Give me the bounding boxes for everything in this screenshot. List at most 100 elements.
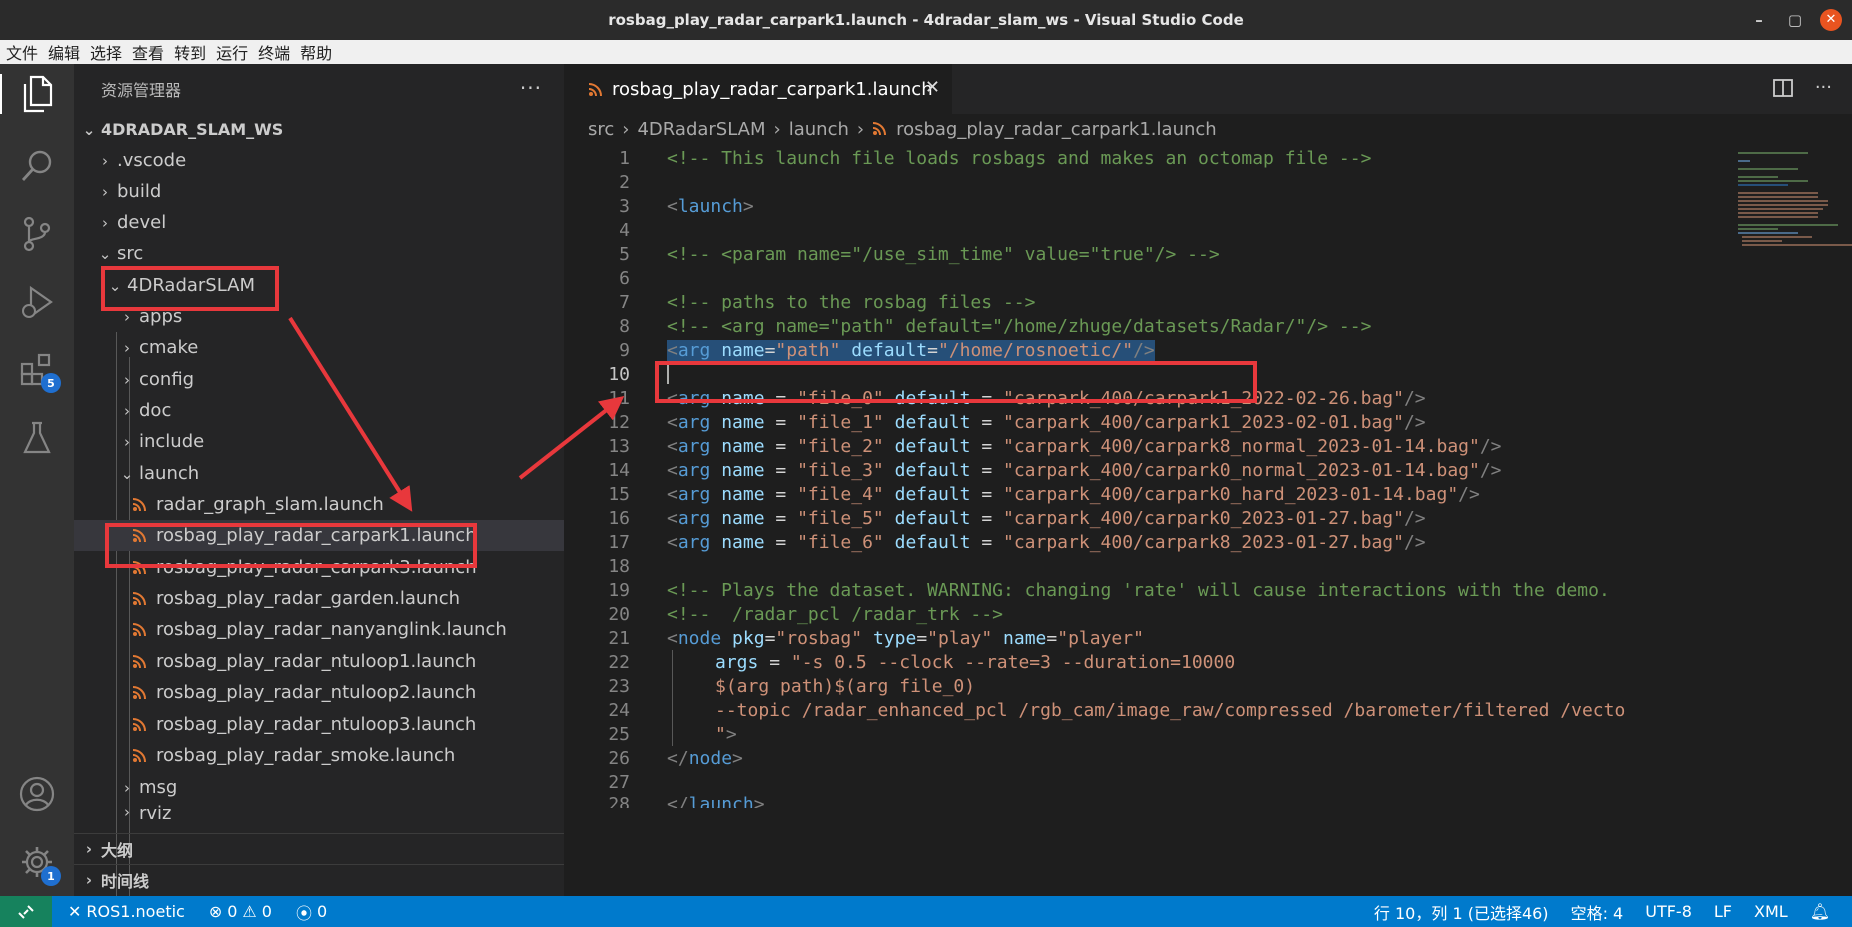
menu-terminal[interactable]: 终端 bbox=[258, 40, 290, 64]
indentation[interactable]: 空格: 4 bbox=[1571, 900, 1624, 924]
tree-item-file[interactable]: rosbag_play_radar_carpark3.launch bbox=[74, 552, 564, 583]
code-token: "carpark_400/carpark8_2023-01-27.bag" bbox=[1003, 531, 1404, 553]
line-number: 14 bbox=[608, 459, 630, 481]
line-number: 15 bbox=[608, 483, 630, 505]
breadcrumb-item[interactable]: 4DRadarSLAM bbox=[637, 119, 765, 140]
outline-section[interactable]: › 大纲 bbox=[74, 833, 564, 864]
tree-item-label: config bbox=[139, 369, 195, 390]
line-number: 27 bbox=[608, 771, 630, 793]
menu-help[interactable]: 帮助 bbox=[300, 40, 332, 64]
line-number: 6 bbox=[619, 267, 630, 289]
tree-item-file[interactable]: rosbag_play_radar_nanyanglink.launch bbox=[74, 614, 564, 645]
tree-item-rviz[interactable]: › rviz bbox=[74, 803, 564, 823]
line-number: 10 bbox=[608, 363, 630, 385]
chevron-down-icon: ⌄ bbox=[98, 244, 112, 263]
minimize-button[interactable]: – bbox=[1748, 11, 1770, 29]
menu-edit[interactable]: 编辑 bbox=[48, 40, 80, 64]
search-activity[interactable] bbox=[17, 146, 57, 186]
tree-item-file-selected[interactable]: rosbag_play_radar_carpark1.launch bbox=[74, 520, 564, 551]
code-token: arg bbox=[677, 339, 711, 361]
tree-item-file[interactable]: rosbag_play_radar_ntuloop2.launch bbox=[74, 677, 564, 708]
code-line: 3 <launch> bbox=[564, 194, 1734, 218]
explorer-activity[interactable] bbox=[0, 74, 74, 114]
problems-status[interactable]: ⊗ 0 ⚠ 0 bbox=[209, 902, 272, 921]
language-mode[interactable]: XML bbox=[1754, 902, 1788, 921]
close-tab-icon[interactable]: ✕ bbox=[925, 77, 940, 98]
ports-status[interactable]: ⦿ 0 bbox=[296, 900, 327, 924]
tree-item-doc[interactable]: › doc bbox=[74, 395, 564, 426]
tree-item-devel[interactable]: › devel bbox=[74, 207, 564, 238]
tree-item-build[interactable]: › build bbox=[74, 176, 564, 207]
more-actions-icon[interactable]: ··· bbox=[520, 76, 542, 100]
close-window-button[interactable]: ✕ bbox=[1820, 9, 1842, 31]
code-token: "play" bbox=[927, 627, 993, 649]
rss-file-icon bbox=[132, 717, 146, 731]
run-debug-activity[interactable] bbox=[17, 282, 57, 322]
minimap[interactable] bbox=[1734, 146, 1852, 896]
menu-run[interactable]: 运行 bbox=[216, 40, 248, 64]
timeline-section[interactable]: › 时间线 bbox=[74, 864, 564, 895]
tree-item-cmake[interactable]: › cmake bbox=[74, 332, 564, 363]
tree-item-src[interactable]: ⌄ src bbox=[74, 238, 564, 269]
menu-go[interactable]: 转到 bbox=[174, 40, 206, 64]
menu-file[interactable]: 文件 bbox=[6, 40, 38, 64]
manage-activity[interactable]: 1 bbox=[17, 842, 61, 886]
tree-item-label: apps bbox=[139, 306, 183, 327]
tree-item-include[interactable]: › include bbox=[74, 426, 564, 457]
minimap-preview bbox=[1738, 152, 1852, 246]
maximize-button[interactable]: ▢ bbox=[1784, 11, 1806, 29]
code-text: <!-- Plays the dataset. WARNING: changin… bbox=[667, 579, 1610, 601]
tab-active-file[interactable]: rosbag_play_radar_carpark1.launch ✕ bbox=[564, 64, 952, 114]
line-number: 3 bbox=[619, 195, 630, 217]
testing-activity[interactable] bbox=[17, 418, 57, 458]
cursor-position[interactable]: 行 10，列 1 (已选择46) bbox=[1374, 900, 1549, 924]
editor-area: rosbag_play_radar_carpark1.launch ✕ ··· … bbox=[564, 64, 1852, 896]
code-token: "file_4" bbox=[797, 483, 884, 505]
line-number: 13 bbox=[608, 435, 630, 457]
chevron-right-icon: › bbox=[856, 118, 865, 140]
workspace-root[interactable]: ⌄ 4DRADAR_SLAM_WS bbox=[74, 114, 564, 145]
tree-item-msg[interactable]: › msg bbox=[74, 772, 564, 803]
code-line: 19 <!-- Plays the dataset. WARNING: chang… bbox=[564, 578, 1734, 602]
timeline-label: 时间线 bbox=[101, 872, 150, 891]
ros-status[interactable]: ✕ ROS1.noetic bbox=[68, 902, 185, 921]
code-token: "carpark_400/carpark0_normal_2023-01-14.… bbox=[1003, 459, 1480, 481]
tree-item-label: rosbag_play_radar_carpark1.launch bbox=[156, 525, 477, 546]
breadcrumb-item[interactable]: src bbox=[588, 119, 614, 140]
code-token: "carpark_400/carpark0_2023-01-27.bag" bbox=[1003, 507, 1404, 529]
remote-indicator[interactable] bbox=[0, 896, 52, 927]
tree-item-apps[interactable]: › apps bbox=[74, 301, 564, 332]
breadcrumb-item[interactable]: rosbag_play_radar_carpark1.launch bbox=[896, 119, 1217, 140]
code-token: "carpark_400/carpark1_2023-02-01.bag" bbox=[1003, 411, 1404, 433]
tree-item-file[interactable]: rosbag_play_radar_garden.launch bbox=[74, 583, 564, 614]
code-line: 13 <arg name = "file_2" default = "carpar… bbox=[564, 434, 1734, 458]
tree-item-4dradarslam[interactable]: ⌄ 4DRadarSLAM bbox=[74, 270, 564, 301]
code-token: launch bbox=[677, 195, 743, 217]
breadcrumb-item[interactable]: launch bbox=[789, 119, 849, 140]
line-number: 9 bbox=[619, 339, 630, 361]
tree-item-config[interactable]: › config bbox=[74, 364, 564, 395]
more-actions-icon[interactable]: ··· bbox=[1815, 77, 1832, 98]
code-text: <arg name = "file_1" default = "carpark_… bbox=[667, 411, 1426, 433]
split-editor-icon[interactable] bbox=[1772, 78, 1793, 98]
encoding[interactable]: UTF-8 bbox=[1645, 902, 1692, 921]
menu-selection[interactable]: 选择 bbox=[90, 40, 122, 64]
line-number: 25 bbox=[608, 723, 630, 745]
tree-item-file[interactable]: rosbag_play_radar_smoke.launch bbox=[74, 740, 564, 771]
tree-item-label: rosbag_play_radar_smoke.launch bbox=[156, 745, 456, 766]
tree-item-file[interactable]: radar_graph_slam.launch bbox=[74, 489, 564, 520]
code-line: 6 bbox=[564, 266, 1734, 290]
accounts-activity[interactable] bbox=[17, 774, 57, 814]
menu-view[interactable]: 查看 bbox=[132, 40, 164, 64]
tree-item-file[interactable]: rosbag_play_radar_ntuloop3.launch bbox=[74, 709, 564, 740]
tree-item-file[interactable]: rosbag_play_radar_ntuloop1.launch bbox=[74, 646, 564, 677]
tab-bar: rosbag_play_radar_carpark1.launch ✕ ··· bbox=[564, 64, 1852, 114]
code-token: default bbox=[851, 339, 928, 361]
warning-icon: ⚠ bbox=[242, 902, 257, 921]
extensions-activity[interactable]: 5 bbox=[17, 349, 61, 393]
tree-item-vscode[interactable]: › .vscode bbox=[74, 145, 564, 176]
tree-item-launch[interactable]: ⌄ launch bbox=[74, 458, 564, 489]
source-control-activity[interactable] bbox=[17, 214, 57, 254]
end-of-line[interactable]: LF bbox=[1714, 902, 1732, 921]
bell-icon[interactable]: 🔔︎ bbox=[1810, 902, 1830, 921]
